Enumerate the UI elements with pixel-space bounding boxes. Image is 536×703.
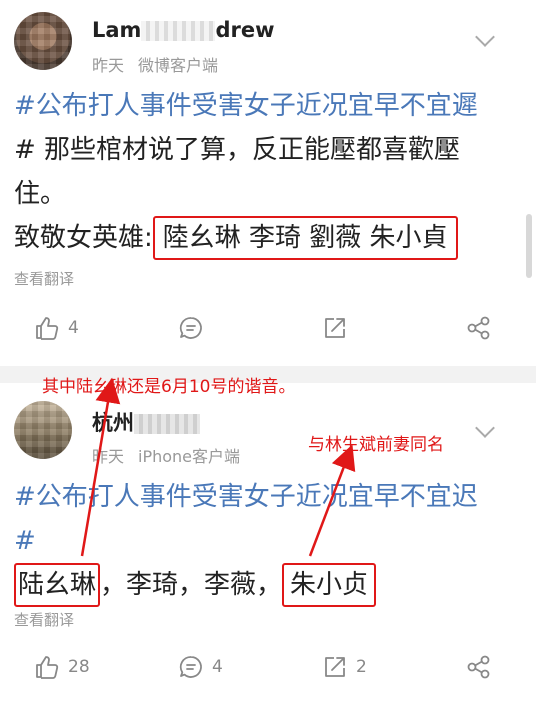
annotation-note-2: 与林生斌前妻同名 [308, 435, 444, 455]
share-button[interactable] [466, 308, 492, 348]
repost-icon [325, 657, 345, 677]
translate-link[interactable]: 查看翻译 [14, 268, 74, 289]
repost-icon [325, 318, 345, 338]
highlight-box-name-1: 陆幺琳 [14, 563, 101, 607]
thumbs-up-icon [36, 317, 59, 340]
hashtag-topic[interactable]: #公布打人事件受害女子近况宜早不宜遲 [14, 84, 522, 128]
avatar[interactable] [14, 12, 72, 70]
comment-icon [179, 656, 202, 678]
share-button[interactable] [466, 647, 492, 687]
like-button[interactable]: 28 [34, 647, 90, 687]
repost-count: 2 [356, 657, 367, 677]
like-button[interactable]: 4 [34, 308, 79, 348]
action-bar: 28 4 2 [0, 647, 536, 687]
content-line: # 那些棺材说了算，反正能壓都喜歡壓 [14, 135, 461, 165]
comment-count: 4 [212, 657, 223, 677]
highlight-box-name-4: 朱小贞 [282, 563, 377, 607]
weibo-post-2: 杭州 昨天 iPhone客户端 #公布打人事件受害女子近况宜早不宜迟 # 陆幺琳，… [0, 383, 536, 703]
post-content: #公布打人事件受害女子近况宜早不宜遲 # 那些棺材说了算，反正能壓都喜歡壓 住。… [14, 84, 522, 260]
comment-button[interactable]: 4 [178, 647, 223, 687]
content-names: ，李琦，李薇， [100, 570, 283, 600]
post-content: #公布打人事件受害女子近况宜早不宜迟 # 陆幺琳 ，李琦，李薇， 朱小贞 [14, 475, 522, 607]
like-count: 4 [68, 318, 79, 338]
post-time: 昨天 [92, 56, 125, 75]
comment-button[interactable] [178, 308, 212, 348]
chevron-down-icon[interactable] [475, 27, 495, 47]
username[interactable]: Lam drew [92, 18, 274, 42]
post-meta: 昨天 微博客户端 [92, 52, 218, 76]
post-meta: 昨天 iPhone客户端 [92, 443, 240, 467]
highlight-box-names: 陸幺琳 李琦 劉薇 朱小貞 [152, 216, 458, 260]
repost-button[interactable]: 2 [322, 647, 367, 687]
annotation-note-1: 其中陆幺琳还是6月10号的谐音。 [42, 377, 296, 397]
hashtag-topic[interactable]: #公布打人事件受害女子近况宜早不宜迟 [14, 475, 522, 519]
avatar[interactable] [14, 401, 72, 459]
action-bar: 4 [0, 308, 536, 348]
weibo-post-1: Lam drew 昨天 微博客户端 #公布打人事件受害女子近况宜早不宜遲 # 那些棺… [0, 0, 536, 366]
hashtag-end[interactable]: # [14, 519, 522, 563]
comment-icon [179, 317, 202, 339]
like-count: 28 [68, 657, 90, 677]
repost-button[interactable] [322, 308, 356, 348]
share-icon [467, 316, 490, 340]
content-line: 住。 [14, 179, 67, 209]
chevron-down-icon[interactable] [475, 418, 495, 438]
share-icon [467, 655, 490, 679]
translate-link[interactable]: 查看翻译 [14, 609, 74, 630]
scrollbar[interactable] [526, 214, 532, 278]
username[interactable]: 杭州 [92, 407, 200, 437]
post-source: 微博客户端 [138, 56, 219, 75]
post-time: 昨天 [92, 447, 125, 466]
thumbs-up-icon [36, 656, 59, 679]
content-prefix: 致敬女英雄: [14, 223, 153, 253]
post-source: iPhone客户端 [138, 447, 241, 466]
